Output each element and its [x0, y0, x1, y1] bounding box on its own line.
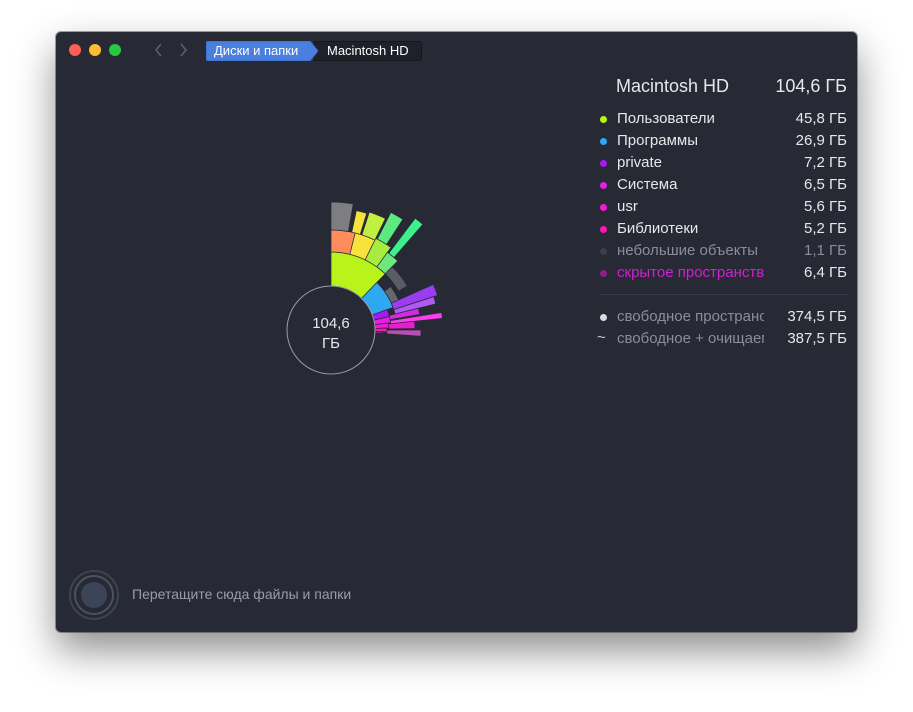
free-purgeable-label: свободное + очищаемое: [617, 330, 764, 347]
category-size: 6,5 ГБ: [804, 176, 847, 193]
category-row-private[interactable]: private 7,2 ГБ: [596, 152, 847, 174]
category-size: 26,9 ГБ: [795, 132, 847, 149]
drop-zone-icon[interactable]: [68, 569, 120, 621]
category-label: Система: [617, 176, 678, 193]
category-row-libraries[interactable]: Библиотеки 5,2 ГБ: [596, 218, 847, 240]
tilde-icon: ~: [597, 329, 606, 346]
divider: [600, 294, 847, 295]
center-size-unit: ГБ: [322, 335, 340, 352]
segment-small-objects[interactable]: [384, 266, 408, 292]
category-size: 7,2 ГБ: [804, 154, 847, 171]
category-size: 5,6 ГБ: [804, 198, 847, 215]
free-space-row: свободное пространство 374,5 ГБ: [596, 306, 847, 328]
category-label: private: [617, 154, 663, 171]
color-dot-icon: [600, 226, 607, 233]
category-row-hidden-space[interactable]: скрытое пространство 6,4 ГБ: [596, 262, 847, 284]
disk-name: Macintosh HD: [616, 76, 730, 96]
color-dot-icon: [600, 116, 607, 123]
drop-zone-text: Перетащите сюда файлы и папки: [132, 586, 352, 602]
color-dot-icon: [600, 182, 607, 189]
category-label: Пользователи: [617, 110, 715, 127]
category-label: Программы: [617, 132, 699, 149]
category-label: небольшие объекты: [617, 242, 759, 259]
free-purgeable-row: ~ свободное + очищаемое 387,5 ГБ: [596, 328, 847, 350]
category-row-system[interactable]: Система 6,5 ГБ: [596, 174, 847, 196]
category-row-users[interactable]: Пользователи 45,8 ГБ: [596, 108, 847, 130]
segment-hidden[interactable]: [374, 331, 384, 335]
free-space-label: свободное пространство: [617, 308, 764, 325]
category-size: 45,8 ГБ: [795, 110, 847, 127]
category-label: Библиотеки: [617, 220, 699, 237]
category-row-usr[interactable]: usr 5,6 ГБ: [596, 196, 847, 218]
color-dot-icon: [600, 160, 607, 167]
category-size: 6,4 ГБ: [804, 264, 847, 281]
segment-libraries-child[interactable]: [386, 329, 422, 337]
app-window: Macintosh HD Диски и папки 104,6 ГБ Macin…: [56, 32, 857, 632]
center-size-value: 104,6: [312, 315, 350, 332]
color-dot-icon: [600, 270, 607, 277]
category-size: 1,1 ГБ: [804, 242, 847, 259]
disk-usage-sunburst-chart[interactable]: 104,6 ГБ: [56, 32, 596, 572]
free-purgeable-size: 387,5 ГБ: [787, 330, 847, 347]
color-dot-icon: [600, 248, 607, 255]
color-dot-icon: [600, 204, 607, 211]
category-row-applications[interactable]: Программы 26,9 ГБ: [596, 130, 847, 152]
category-label: usr: [617, 198, 638, 215]
category-row-small-objects[interactable]: небольшие объекты 1,1 ГБ: [596, 240, 847, 262]
disk-total-size: 104,6 ГБ: [775, 76, 847, 96]
category-label: скрытое пространство: [617, 264, 764, 281]
color-dot-icon: [600, 314, 607, 321]
segment-users-grandchild[interactable]: [330, 201, 354, 232]
free-space-size: 374,5 ГБ: [787, 308, 847, 325]
category-size: 5,2 ГБ: [804, 220, 847, 237]
color-dot-icon: [600, 138, 607, 145]
